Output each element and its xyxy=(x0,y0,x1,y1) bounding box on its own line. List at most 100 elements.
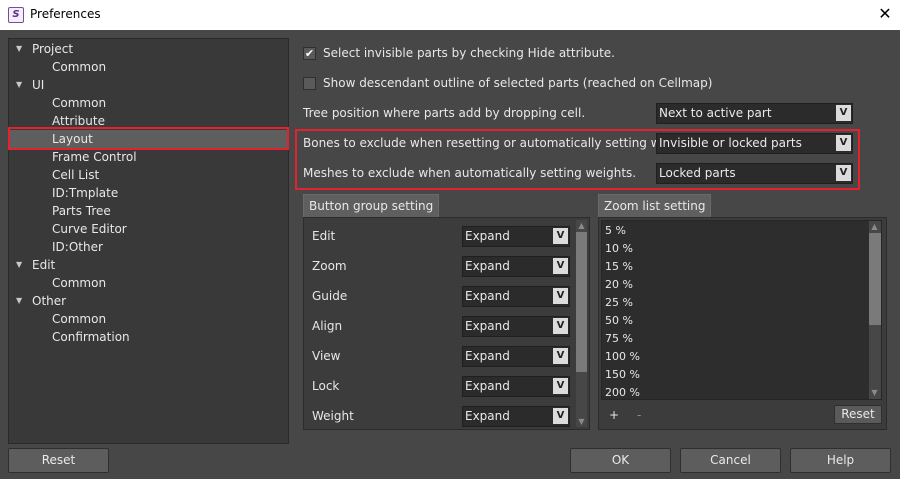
button-group-row-label: Guide xyxy=(312,289,348,303)
tree-item-label: Common xyxy=(52,312,107,326)
tree-position-value: Next to active part xyxy=(659,106,772,120)
zoom-list-item[interactable]: 25 % xyxy=(605,296,633,309)
tree-item[interactable]: Frame Control xyxy=(9,148,288,166)
button-group-row-select[interactable]: Expand V xyxy=(462,406,570,427)
app-logo-icon: S xyxy=(8,7,24,23)
scrollbar-thumb[interactable] xyxy=(576,232,587,372)
tree-item[interactable]: Parts Tree xyxy=(9,202,288,220)
button-group-row-value: Expand xyxy=(465,259,510,273)
button-group-row-value: Expand xyxy=(465,379,510,393)
zoom-list-item[interactable]: 50 % xyxy=(605,314,633,327)
ok-button[interactable]: OK xyxy=(570,448,671,473)
tree-position-label: Tree position where parts add by droppin… xyxy=(303,106,586,120)
tree-item[interactable]: Attribute xyxy=(9,112,288,130)
close-button[interactable]: ✕ xyxy=(870,0,900,30)
button-group-row-value: Expand xyxy=(465,349,510,363)
remove-zoom-button[interactable]: - xyxy=(637,408,641,422)
tree-item-label: Common xyxy=(52,60,107,74)
button-group-row-select[interactable]: Expand V xyxy=(462,346,570,367)
chevron-down-icon: V xyxy=(553,288,568,304)
expand-arrow-icon[interactable]: ▼ xyxy=(16,40,26,58)
tree-item[interactable]: Common xyxy=(9,94,288,112)
add-zoom-button[interactable]: + xyxy=(609,408,619,422)
category-tree: ▼ Project Common ▼ UI Common Attribute Layout Fr… xyxy=(8,38,289,444)
zoom-list-tab[interactable]: Zoom list setting xyxy=(598,194,712,217)
scroll-down-icon[interactable]: ▼ xyxy=(576,416,587,427)
chevron-down-icon: V xyxy=(553,318,568,334)
tree-item-label: Cell List xyxy=(52,168,100,182)
tree-item[interactable]: ▼ Project xyxy=(9,40,288,58)
chevron-down-icon: V xyxy=(836,135,851,151)
button-group-row-select[interactable]: Expand V xyxy=(462,316,570,337)
button-group-row-select[interactable]: Expand V xyxy=(462,376,570,397)
show-outline-label: Show descendant outline of selected part… xyxy=(323,76,713,90)
select-invisible-checkbox[interactable]: ✔ xyxy=(303,47,316,60)
button-group-row-label: Lock xyxy=(312,379,340,393)
cancel-button[interactable]: Cancel xyxy=(680,448,781,473)
zoom-list-scrollbar[interactable]: ▲ ▼ xyxy=(869,221,881,399)
chevron-down-icon: V xyxy=(553,378,568,394)
tree-item[interactable]: Curve Editor xyxy=(9,220,288,238)
tree-item[interactable]: Common xyxy=(9,310,288,328)
tree-item-label: UI xyxy=(32,78,45,92)
zoom-reset-button[interactable]: Reset xyxy=(834,405,882,424)
expand-arrow-icon[interactable]: ▼ xyxy=(16,76,26,94)
zoom-list-item[interactable]: 100 % xyxy=(605,350,640,363)
tree-item-label: Attribute xyxy=(52,114,105,128)
zoom-list-item[interactable]: 20 % xyxy=(605,278,633,291)
tree-item[interactable]: Common xyxy=(9,58,288,76)
tree-item-label: Frame Control xyxy=(52,150,137,164)
zoom-list-item[interactable]: 75 % xyxy=(605,332,633,345)
tree-item-label: Curve Editor xyxy=(52,222,127,236)
zoom-list-item[interactable]: 150 % xyxy=(605,368,640,381)
scroll-up-icon[interactable]: ▲ xyxy=(869,221,880,232)
tree-position-select[interactable]: Next to active part V xyxy=(656,103,853,124)
meshes-exclude-label: Meshes to exclude when automatically set… xyxy=(303,166,637,180)
button-group-tab[interactable]: Button group setting xyxy=(303,194,440,217)
zoom-list-item[interactable]: 10 % xyxy=(605,242,633,255)
bones-exclude-label: Bones to exclude when resetting or autom… xyxy=(303,136,702,150)
zoom-list-item[interactable]: 5 % xyxy=(605,224,626,237)
tree-item[interactable]: Confirmation xyxy=(9,328,288,346)
scrollbar-thumb[interactable] xyxy=(869,233,881,325)
button-group-row-select[interactable]: Expand V xyxy=(462,286,570,307)
zoom-list-item[interactable]: 200 % xyxy=(605,386,640,399)
tree-item[interactable]: ID:Tmplate xyxy=(9,184,288,202)
button-group-row-label: Zoom xyxy=(312,259,347,273)
button-group-row-label: Weight xyxy=(312,409,354,423)
tree-item-label: ID:Tmplate xyxy=(52,186,119,200)
tree-item[interactable]: Cell List xyxy=(9,166,288,184)
button-group-scrollbar[interactable]: ▲ ▼ xyxy=(576,220,587,427)
zoom-list: 5 % 10 % 15 % 20 % 25 % 50 % 75 % 100 % 150 % 200… xyxy=(601,220,882,400)
button-group-row-value: Expand xyxy=(465,319,510,333)
zoom-list-item[interactable]: 15 % xyxy=(605,260,633,273)
reset-button[interactable]: Reset xyxy=(8,448,109,473)
help-button[interactable]: Help xyxy=(790,448,891,473)
chevron-down-icon: V xyxy=(553,258,568,274)
tree-item-label: Other xyxy=(32,294,67,308)
scroll-up-icon[interactable]: ▲ xyxy=(576,220,587,231)
button-group-row-select[interactable]: Expand V xyxy=(462,256,570,277)
meshes-exclude-select[interactable]: Locked parts V xyxy=(656,163,853,184)
tree-item[interactable]: Common xyxy=(9,274,288,292)
button-group-panel: Edit Expand V Zoom Expand V Guide Expand V Align E… xyxy=(303,217,590,430)
chevron-down-icon: V xyxy=(553,228,568,244)
button-group-row-label: Align xyxy=(312,319,343,333)
tree-item[interactable]: ▼ UI xyxy=(9,76,288,94)
scroll-down-icon[interactable]: ▼ xyxy=(869,387,880,398)
tree-item-label: Layout xyxy=(52,132,93,146)
tree-item-label: Parts Tree xyxy=(52,204,111,218)
show-outline-checkbox[interactable] xyxy=(303,77,316,90)
tree-item-label: Edit xyxy=(32,258,56,272)
tree-item[interactable]: Layout xyxy=(9,130,288,148)
bones-exclude-select[interactable]: Invisible or locked parts V xyxy=(656,133,853,154)
expand-arrow-icon[interactable]: ▼ xyxy=(16,256,26,274)
tree-item-label: Common xyxy=(52,276,107,290)
tree-item[interactable]: ▼ Other xyxy=(9,292,288,310)
tree-item[interactable]: ▼ Edit xyxy=(9,256,288,274)
tree-item[interactable]: ID:Other xyxy=(9,238,288,256)
bones-exclude-value: Invisible or locked parts xyxy=(659,136,802,150)
expand-arrow-icon[interactable]: ▼ xyxy=(16,292,26,310)
button-group-row-select[interactable]: Expand V xyxy=(462,226,570,247)
meshes-exclude-value: Locked parts xyxy=(659,166,736,180)
